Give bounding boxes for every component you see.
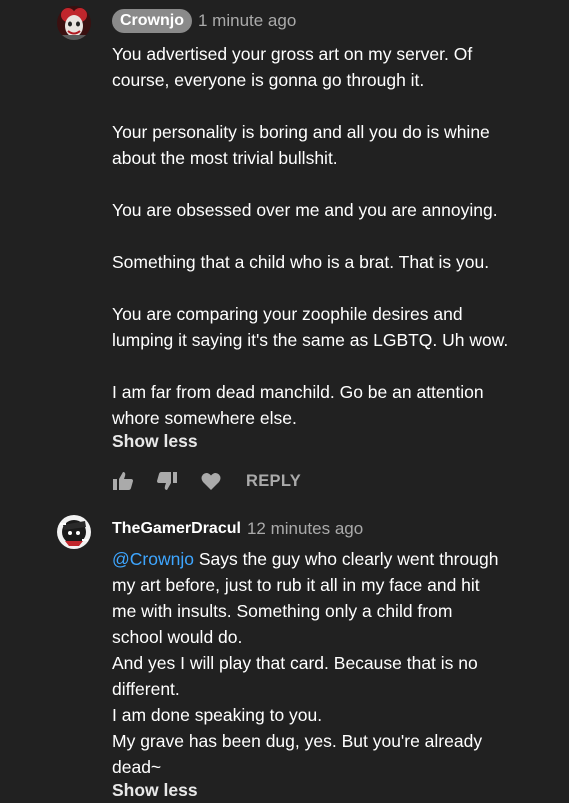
comment-header: TheGamerDracul 12 minutes ago (112, 517, 363, 541)
mention-link[interactable]: @Crownjo (112, 549, 194, 569)
thumbs-up-icon[interactable] (112, 470, 134, 492)
comment-actions: REPLY (112, 468, 301, 494)
show-less-button[interactable]: Show less (112, 779, 198, 801)
timestamp[interactable]: 1 minute ago (198, 11, 296, 31)
reply-button[interactable]: REPLY (246, 472, 301, 491)
comment-text: You advertised your gross art on my serv… (112, 44, 509, 428)
thumbs-down-icon[interactable] (156, 470, 178, 492)
heart-icon[interactable] (200, 470, 222, 492)
comment-header: Crownjo 1 minute ago (112, 9, 296, 33)
timestamp[interactable]: 12 minutes ago (247, 519, 363, 539)
comment-text: @Crownjo Says the guy who clearly went t… (112, 546, 552, 780)
comment-text-body: Says the guy who clearly went through my… (112, 549, 499, 777)
author-name[interactable]: Crownjo (112, 9, 192, 33)
author-name[interactable]: TheGamerDracul (112, 519, 241, 539)
show-less-button[interactable]: Show less (112, 430, 198, 452)
avatar[interactable] (57, 515, 91, 549)
avatar[interactable] (57, 6, 91, 40)
